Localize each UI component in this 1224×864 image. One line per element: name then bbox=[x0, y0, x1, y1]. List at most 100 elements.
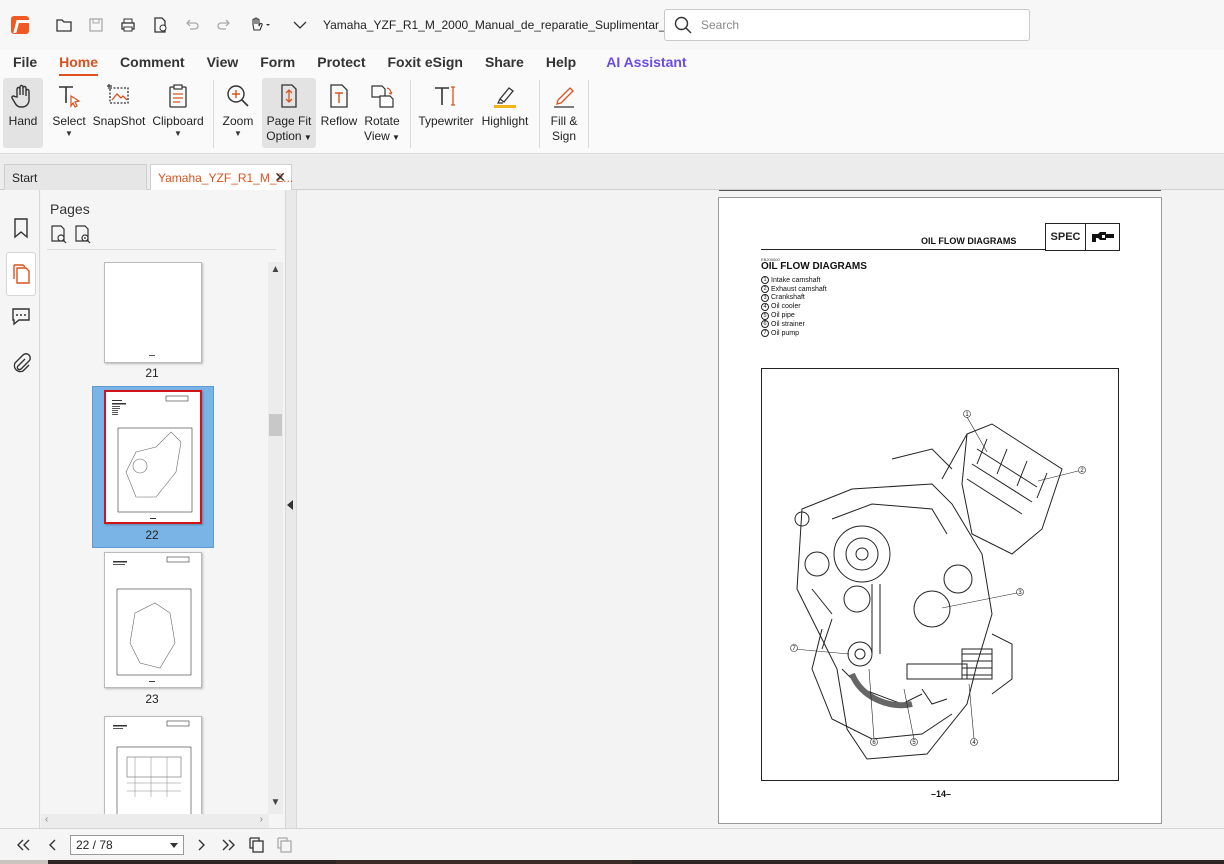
title-bar: Yamaha_YZF_R1_M_2000_Manual_de_reparatie… bbox=[0, 0, 1224, 50]
thumbnail-horizontal-scrollbar[interactable]: ‹ › bbox=[41, 814, 269, 828]
list-item: 3 Crankshaft bbox=[761, 293, 827, 303]
tab-start[interactable]: Start bbox=[4, 164, 147, 190]
zoom-icon bbox=[227, 85, 249, 107]
highlight-button[interactable]: Highlight bbox=[477, 78, 533, 148]
menu-ai-assistant[interactable]: AI Assistant bbox=[606, 54, 686, 72]
menu-help[interactable]: Help bbox=[546, 54, 576, 72]
snapshot-icon bbox=[107, 84, 129, 104]
rotate-view-button[interactable]: Rotate View ▼ bbox=[360, 78, 404, 148]
scroll-down-icon[interactable]: ▼ bbox=[268, 797, 283, 812]
collapse-left-icon bbox=[287, 500, 293, 510]
search-input[interactable] bbox=[701, 18, 1001, 32]
hand-icon bbox=[11, 84, 30, 108]
save-icon[interactable] bbox=[85, 14, 107, 36]
print-icon[interactable] bbox=[117, 14, 139, 36]
thumbnail-vertical-scrollbar[interactable]: ▲ ▼ bbox=[268, 262, 283, 814]
scroll-left-icon[interactable]: ‹ bbox=[45, 814, 48, 825]
pdf-page[interactable]: OIL FLOW DIAGRAMS SPEC EB200000 OIL FLOW… bbox=[718, 197, 1162, 824]
page-fit-option-button[interactable]: Page Fit Option ▼ bbox=[262, 78, 316, 148]
document-tab-strip: Start Yamaha_YZF_R1_M_2... ✕ bbox=[0, 155, 1224, 190]
menu-view[interactable]: View bbox=[207, 54, 239, 72]
list-item: 4 Oil cooler bbox=[761, 302, 827, 311]
menu-share[interactable]: Share bbox=[485, 54, 524, 72]
previous-page-icon[interactable] bbox=[42, 834, 64, 856]
scroll-right-icon[interactable]: › bbox=[260, 814, 263, 825]
rotate-line2: View ▼ bbox=[364, 129, 400, 143]
scroll-up-icon[interactable]: ▲ bbox=[268, 264, 283, 279]
clipboard-button[interactable]: Clipboard ▼ bbox=[149, 78, 207, 148]
rotate-view-icon bbox=[371, 85, 394, 108]
attachments-icon[interactable] bbox=[6, 348, 36, 380]
wrench-icon bbox=[1086, 224, 1119, 250]
reflow-icon bbox=[330, 84, 348, 108]
thumbnail-image bbox=[104, 552, 202, 688]
menu-home[interactable]: Home bbox=[59, 54, 98, 76]
clipboard-icon bbox=[169, 84, 187, 108]
open-folder-icon[interactable] bbox=[53, 14, 75, 36]
page-select-dropdown-icon bbox=[170, 842, 178, 848]
list-item: 5 Oil pipe bbox=[761, 311, 827, 320]
reflow-button[interactable]: Reflow bbox=[318, 78, 360, 148]
redo-icon[interactable] bbox=[213, 14, 235, 36]
pages-panel-title: Pages bbox=[50, 201, 90, 217]
previous-page-edge bbox=[719, 190, 1161, 191]
next-page-icon[interactable] bbox=[190, 834, 212, 856]
close-tab-icon[interactable]: ✕ bbox=[274, 169, 286, 186]
pages-panel-icon[interactable] bbox=[6, 252, 36, 296]
zoom-button[interactable]: Zoom ▼ bbox=[220, 78, 256, 148]
spec-badge: SPEC bbox=[1045, 223, 1120, 251]
engine-diagram: 1 2 3 4 5 6 7 bbox=[790, 410, 1086, 760]
chevron-down-icon[interactable] bbox=[289, 14, 311, 36]
hand-button[interactable]: Hand bbox=[3, 78, 43, 148]
header-rule bbox=[761, 249, 1045, 250]
list-item: 1 Intake camshaft bbox=[761, 276, 827, 285]
tab-document[interactable]: Yamaha_YZF_R1_M_2... ✕ bbox=[150, 164, 293, 190]
page-number-select[interactable]: 22 / 78 bbox=[70, 834, 184, 855]
page-options-icon[interactable] bbox=[49, 224, 69, 244]
previous-view-icon[interactable] bbox=[246, 834, 268, 856]
search-box[interactable] bbox=[664, 9, 1030, 41]
hand-tool-dropdown-icon[interactable] bbox=[245, 14, 275, 36]
status-bar: 22 / 78 bbox=[0, 828, 1224, 860]
typewriter-icon bbox=[435, 86, 455, 106]
fill-sign-button[interactable]: Fill & Sign bbox=[546, 78, 582, 148]
menu-file[interactable]: File bbox=[13, 54, 37, 72]
menu-protect[interactable]: Protect bbox=[317, 54, 365, 72]
first-page-icon[interactable] bbox=[12, 834, 34, 856]
bookmarks-icon[interactable] bbox=[6, 212, 36, 244]
section-title: OIL FLOW DIAGRAMS bbox=[761, 261, 867, 272]
next-view-icon[interactable] bbox=[274, 834, 296, 856]
ribbon-divider bbox=[588, 80, 589, 148]
create-pdf-icon[interactable] bbox=[149, 14, 171, 36]
ribbon-toolbar: Hand Select ▼ SnapShot Clipboard ▼ Zoom … bbox=[0, 76, 1224, 154]
window-title: Yamaha_YZF_R1_M_2000_Manual_de_reparatie… bbox=[323, 18, 693, 32]
thumbnail-list: 21 22 23 bbox=[41, 262, 269, 814]
select-dropdown-icon: ▼ bbox=[65, 129, 73, 138]
pages-panel: Pages 21 22 23 ▲ ▼ ‹ › bbox=[41, 190, 284, 828]
menu-foxit-esign[interactable]: Foxit eSign bbox=[387, 54, 462, 72]
typewriter-button[interactable]: Typewriter bbox=[417, 78, 475, 148]
menu-form[interactable]: Form bbox=[260, 54, 295, 72]
zoom-dropdown-icon: ▼ bbox=[234, 129, 242, 138]
collapse-panel-handle[interactable] bbox=[285, 190, 297, 828]
page-header-title: OIL FLOW DIAGRAMS bbox=[921, 236, 1017, 246]
page-number-footer: –14– bbox=[930, 789, 952, 799]
document-viewer[interactable]: OIL FLOW DIAGRAMS SPEC EB200000 OIL FLOW… bbox=[298, 190, 1224, 828]
ribbon-divider bbox=[539, 80, 540, 148]
page-zoom-icon[interactable] bbox=[73, 224, 93, 244]
last-page-icon[interactable] bbox=[218, 834, 240, 856]
taskbar-edge bbox=[0, 860, 1224, 864]
select-button[interactable]: Select ▼ bbox=[47, 78, 91, 148]
fill-sign-icon bbox=[554, 87, 574, 108]
menu-comment[interactable]: Comment bbox=[120, 54, 185, 72]
snapshot-button[interactable]: SnapShot bbox=[91, 78, 147, 148]
select-text-icon bbox=[59, 86, 81, 108]
thumbnail-image bbox=[104, 262, 202, 363]
list-item: 7 Oil pump bbox=[761, 329, 827, 338]
foxit-logo-icon[interactable] bbox=[11, 16, 29, 34]
comments-icon[interactable] bbox=[6, 300, 36, 332]
undo-icon[interactable] bbox=[181, 14, 203, 36]
parts-list: 1 Intake camshaft 2 Exhaust camshaft 3 Cran… bbox=[761, 276, 827, 338]
scrollbar-thumb[interactable] bbox=[269, 414, 282, 436]
highlight-icon bbox=[494, 87, 516, 108]
